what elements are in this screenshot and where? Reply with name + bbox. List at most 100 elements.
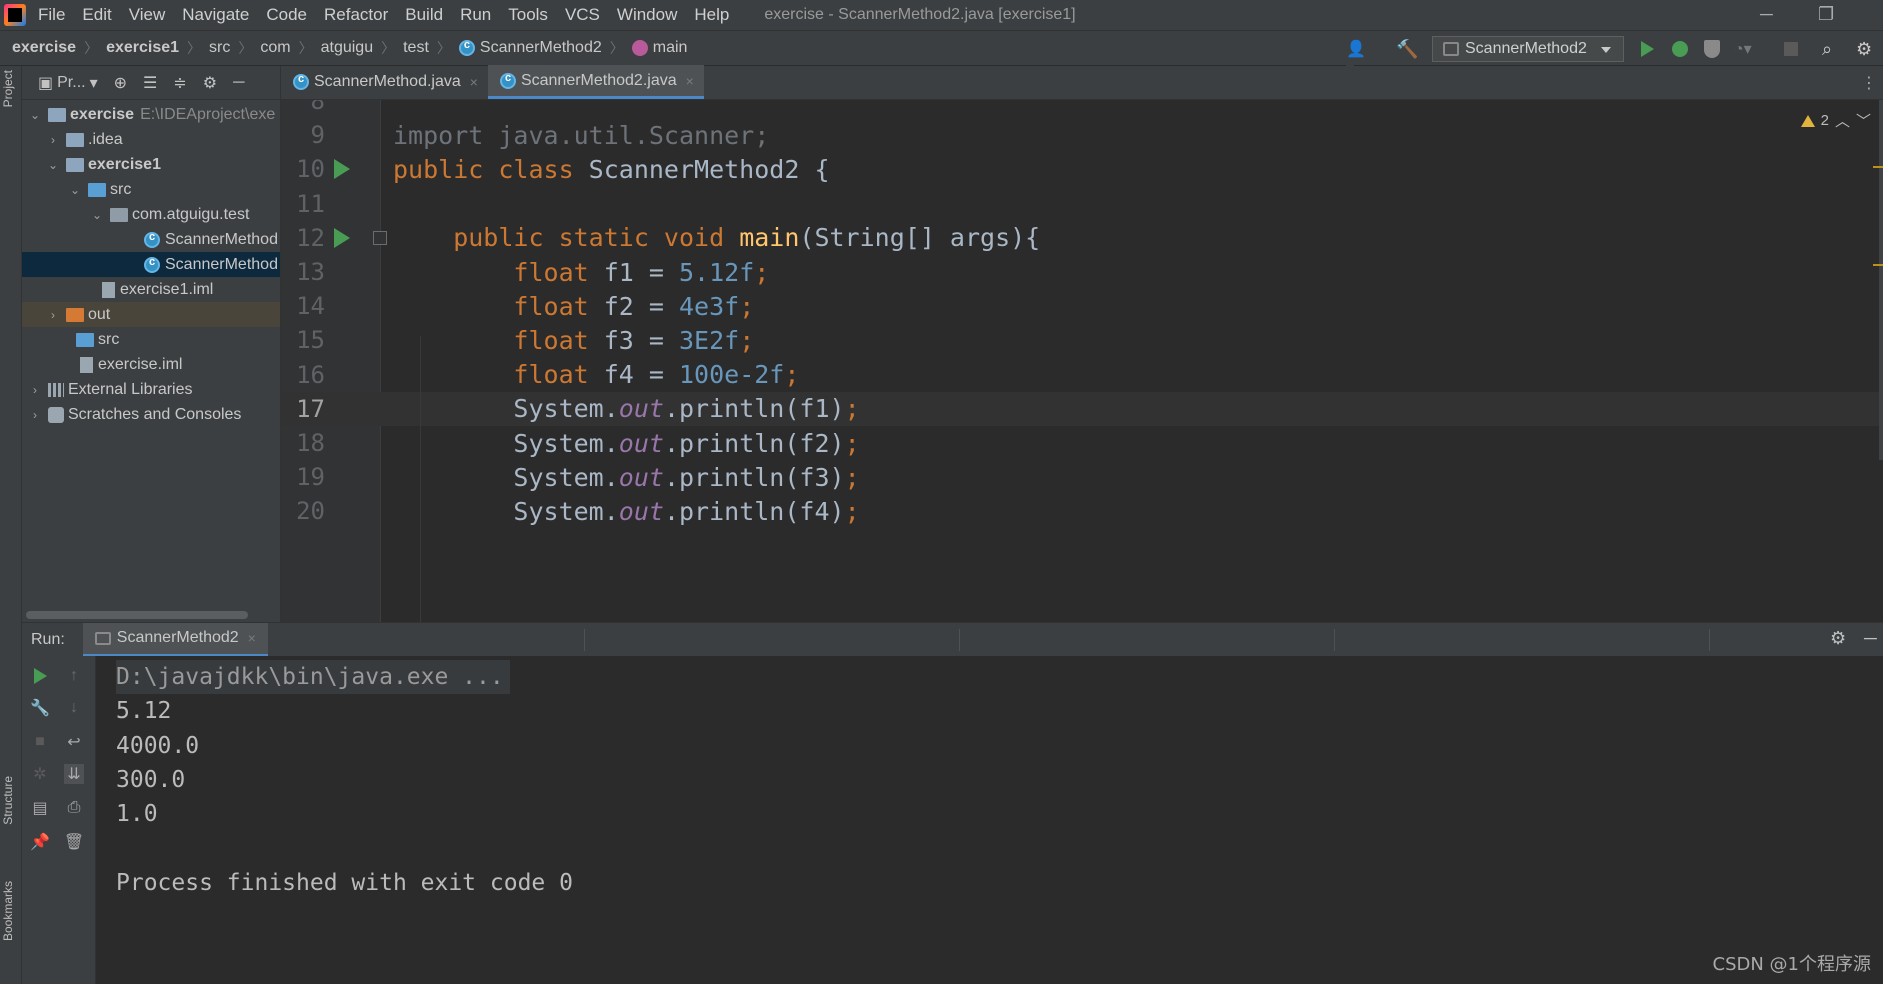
breadcrumb-src[interactable]: src — [209, 39, 230, 57]
options-gear-icon[interactable]: ⚙ — [203, 73, 217, 93]
user-icon[interactable]: 👤▾ — [1346, 39, 1366, 78]
code-line[interactable]: 13 float f1 = 5.12f; — [281, 255, 1883, 289]
line-number[interactable]: 8 — [289, 100, 325, 115]
menu-tools[interactable]: Tools — [508, 5, 548, 25]
chevron-right-icon[interactable]: › — [30, 383, 40, 397]
console-output[interactable]: D:\javajdkk\bin\java.exe ... 5.12 4000.0… — [96, 656, 1883, 984]
line-number[interactable]: 19 — [289, 463, 325, 491]
tree-node-scratches[interactable]: › Scratches and Consoles — [22, 402, 280, 427]
line-number[interactable]: 14 — [289, 292, 325, 320]
menu-run[interactable]: Run — [460, 5, 491, 25]
tree-node-exercise[interactable]: ⌄ exercise E:\IDEAproject\exe — [22, 102, 280, 127]
tree-node-exercise-iml[interactable]: exercise.iml — [22, 352, 280, 377]
run-gutter-icon[interactable] — [334, 159, 350, 180]
warning-stripe-mark[interactable] — [1873, 264, 1883, 266]
tree-node-exercise1-iml[interactable]: exercise1.iml — [22, 277, 280, 302]
run-gutter-icon[interactable] — [334, 227, 350, 248]
menu-build[interactable]: Build — [405, 5, 443, 25]
tree-node-idea[interactable]: › .idea — [22, 127, 280, 152]
menu-window[interactable]: Window — [617, 5, 677, 25]
run-tab-scannermethod2[interactable]: ScannerMethod2 × — [82, 622, 268, 657]
bookmarks-tool-button[interactable]: Bookmarks — [1, 881, 15, 941]
breadcrumb-test[interactable]: test — [403, 39, 429, 57]
line-number[interactable]: 16 — [289, 361, 325, 389]
coverage-shield-icon[interactable] — [1704, 40, 1720, 58]
line-number[interactable]: 17 — [289, 395, 325, 423]
line-number[interactable]: 13 — [289, 258, 325, 286]
line-number[interactable]: 15 — [289, 326, 325, 354]
chevron-right-icon[interactable]: › — [48, 133, 58, 147]
structure-tool-button[interactable]: Structure — [1, 776, 15, 825]
line-number[interactable]: 10 — [289, 155, 325, 183]
chevron-down-icon[interactable]: ⌄ — [70, 183, 80, 197]
line-number[interactable]: 12 — [289, 224, 325, 252]
tree-node-external-libraries[interactable]: › External Libraries — [22, 377, 280, 402]
minimize-icon[interactable]: ─ — [1760, 4, 1773, 25]
menu-code[interactable]: Code — [266, 5, 307, 25]
close-icon[interactable]: × — [686, 73, 694, 89]
collapse-all-icon[interactable]: ≑ — [173, 73, 186, 93]
chevron-down-icon[interactable]: ⌄ — [92, 208, 102, 222]
code-line[interactable]: 14 float f2 = 4e3f; — [281, 289, 1883, 323]
menu-edit[interactable]: Edit — [82, 5, 111, 25]
more-tabs-icon[interactable]: ⋮ — [1861, 73, 1877, 93]
chevron-right-icon[interactable]: › — [30, 408, 40, 422]
code-line[interactable]: 8 — [281, 100, 1883, 118]
profiler-icon[interactable]: ◔▾ — [1734, 39, 1754, 59]
chevron-down-icon[interactable]: ⌄ — [48, 158, 58, 172]
trash-icon[interactable]: 🗑 — [64, 832, 84, 852]
layout-icon[interactable]: ▤ — [30, 798, 50, 818]
code-line[interactable]: 17 System.out.println(f1); — [281, 391, 1883, 426]
code-editor[interactable]: 8 9 import java.util.Scanner; 10 public clas… — [281, 100, 1883, 622]
tree-node-root-src[interactable]: src — [22, 327, 280, 352]
close-icon[interactable]: × — [248, 630, 256, 646]
horizontal-scrollbar[interactable] — [26, 611, 248, 619]
code-line[interactable]: 15 float f3 = 3E2f; — [281, 323, 1883, 357]
breadcrumb-class[interactable]: ScannerMethod2 — [480, 39, 602, 57]
tree-node-exercise1[interactable]: ⌄ exercise1 — [22, 152, 280, 177]
close-icon[interactable]: × — [470, 74, 478, 90]
breadcrumb-project[interactable]: exercise — [12, 39, 76, 57]
stop-icon[interactable] — [1784, 42, 1798, 56]
project-view-selector[interactable]: Pr... — [57, 74, 85, 92]
restore-icon[interactable]: ❐ — [1818, 4, 1834, 25]
soft-wrap-icon[interactable]: ↩ — [64, 732, 84, 752]
print-icon[interactable]: ⎙ — [64, 798, 84, 818]
warning-stripe-mark[interactable] — [1873, 166, 1883, 168]
editor-scrollbar[interactable] — [1879, 100, 1883, 460]
menu-help[interactable]: Help — [694, 5, 729, 25]
code-line[interactable]: 9 import java.util.Scanner; — [281, 118, 1883, 152]
rerun-icon[interactable] — [30, 666, 50, 686]
menu-refactor[interactable]: Refactor — [324, 5, 388, 25]
expand-all-icon[interactable]: ☰ — [143, 73, 157, 93]
code-line[interactable]: 11 — [281, 187, 1883, 221]
tree-node-scannermethod2[interactable]: ScannerMethod — [22, 252, 280, 277]
wrench-icon[interactable]: 🔧 — [30, 698, 50, 718]
line-number[interactable]: 18 — [289, 429, 325, 457]
menu-view[interactable]: View — [129, 5, 166, 25]
code-line[interactable]: 12 public static void main(String[] args… — [281, 221, 1883, 255]
chevron-right-icon[interactable]: › — [48, 308, 58, 322]
debug-bug-icon[interactable] — [1672, 41, 1688, 57]
menu-vcs[interactable]: VCS — [565, 5, 600, 25]
chevron-down-icon[interactable]: ▾ — [90, 73, 98, 93]
code-line[interactable]: 19 System.out.println(f3); — [281, 460, 1883, 494]
settings-gear-icon[interactable]: ⚙ — [1830, 628, 1846, 649]
inspection-widget[interactable]: 2 ︿ ﹀ — [1800, 110, 1871, 131]
menu-file[interactable]: File — [38, 5, 65, 25]
run-configuration-select[interactable]: ScannerMethod2 — [1432, 36, 1624, 62]
arrow-up-icon[interactable]: ↑ — [64, 666, 84, 686]
breadcrumb-module[interactable]: exercise1 — [106, 39, 179, 57]
line-number[interactable]: 11 — [289, 190, 325, 218]
pin-icon[interactable]: 📌 — [30, 832, 50, 852]
code-line[interactable]: 18 System.out.println(f2); — [281, 426, 1883, 460]
breadcrumb-com[interactable]: com — [260, 39, 290, 57]
run-icon[interactable] — [1641, 41, 1654, 57]
tree-node-src[interactable]: ⌄ src — [22, 177, 280, 202]
fold-marker-icon[interactable] — [373, 230, 387, 245]
scroll-to-end-icon[interactable]: ⇊ — [64, 764, 84, 784]
search-icon[interactable]: ⌕ — [1822, 39, 1842, 59]
code-line[interactable]: 10 public class ScannerMethod2 { — [281, 152, 1883, 186]
build-hammer-icon[interactable]: 🔨 — [1396, 39, 1418, 59]
line-number[interactable]: 20 — [289, 497, 325, 525]
